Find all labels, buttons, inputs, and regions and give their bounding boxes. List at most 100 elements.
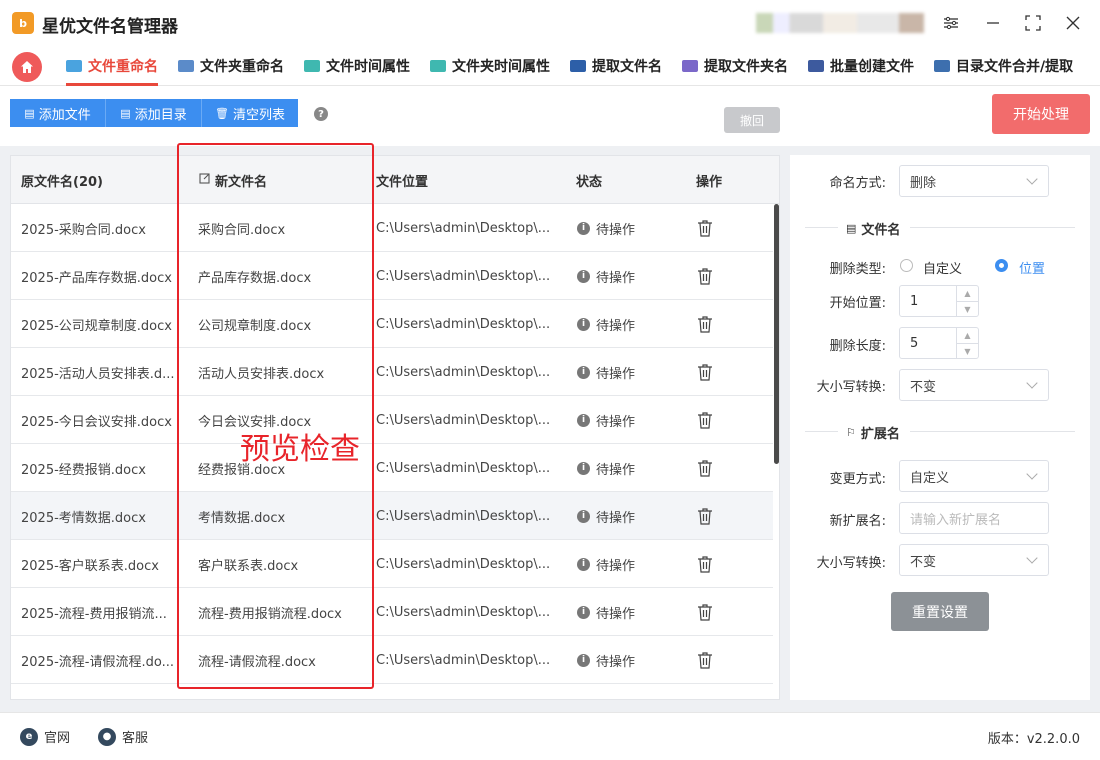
add-directory-button[interactable]: ▤ 添加目录 (106, 99, 202, 127)
radio-position[interactable] (995, 259, 1008, 272)
delete-row-icon[interactable] (697, 492, 713, 540)
start-position-stepper[interactable]: 1 ▲ ▼ (899, 285, 979, 317)
minimize-icon[interactable] (980, 10, 1006, 36)
start-processing-button[interactable]: 开始处理 (992, 94, 1090, 134)
delete-row-icon[interactable] (697, 636, 713, 684)
tab-extract-filename[interactable]: 提取文件名 (570, 46, 662, 86)
cell-status: i 待操作 (577, 492, 635, 540)
maximize-icon[interactable] (1020, 10, 1046, 36)
website-link[interactable]: e 官网 (20, 727, 70, 746)
tab-merge-extract[interactable]: 目录文件合并/提取 (934, 46, 1073, 86)
cell-original: 2025-客户联系表.docx (21, 558, 159, 574)
tab-folder-rename[interactable]: 文件夹重命名 (178, 46, 284, 86)
delete-row-icon[interactable] (697, 444, 713, 492)
delete-row-icon[interactable] (697, 204, 713, 252)
home-button[interactable] (12, 52, 42, 82)
delete-row-icon[interactable] (697, 684, 713, 699)
case-convert-select[interactable]: 不变 (899, 369, 1049, 401)
table-row[interactable]: 2025-流程-费用报销流... 流程-费用报销流程.docx C:\Users… (11, 588, 773, 636)
new-extension-label: 新扩展名: (829, 514, 886, 529)
table-row[interactable]: 2025-公司规章制度.docx 公司规章制度.docx C:\Users\ad… (11, 300, 773, 348)
table-row[interactable] (11, 684, 773, 699)
new-extension-input[interactable]: 请输入新扩展名 (899, 502, 1049, 534)
naming-mode-select[interactable]: 删除 (899, 165, 1049, 197)
table-row[interactable]: 2025-今日会议安排.docx 今日会议安排.docx C:\Users\ad… (11, 396, 773, 444)
header-status[interactable]: 状态 (576, 156, 602, 204)
cell-location: C:\Users\admin\Desktop\... (376, 604, 551, 620)
table-row[interactable]: 2025-考情数据.docx 考情数据.docx C:\Users\admin\… (11, 492, 773, 540)
folder-time-icon (430, 60, 446, 72)
radio-custom[interactable] (900, 259, 913, 272)
tab-folder-time[interactable]: 文件夹时间属性 (430, 46, 550, 86)
tab-batch-create[interactable]: 批量创建文件 (808, 46, 914, 86)
help-icon[interactable]: ? (314, 107, 328, 121)
cell-new-name: 考情数据.docx (198, 510, 286, 526)
radio-position-label[interactable]: 位置 (1019, 258, 1045, 277)
table-row[interactable]: 2025-经费报销.docx 经费报销.docx C:\Users\admin\… (11, 444, 773, 492)
chevron-down-icon[interactable]: ▼ (956, 343, 978, 358)
table-row[interactable]: 2025-产品库存数据.docx 产品库存数据.docx C:\Users\ad… (11, 252, 773, 300)
cell-status: i 待操作 (577, 348, 635, 396)
undo-button[interactable]: 撤回 (724, 107, 780, 133)
chat-icon: ● (98, 727, 116, 746)
chevron-down-icon (1026, 377, 1038, 389)
chevron-up-icon[interactable]: ▲ (956, 286, 978, 301)
settings-icon[interactable] (938, 10, 964, 36)
info-icon: i (577, 653, 590, 667)
chevron-up-icon[interactable]: ▲ (956, 328, 978, 343)
delete-row-icon[interactable] (697, 300, 713, 348)
reset-settings-button[interactable]: 重置设置 (891, 592, 989, 631)
file-rename-icon (66, 60, 82, 72)
close-icon[interactable] (1060, 10, 1086, 36)
tab-file-rename[interactable]: 文件重命名 (66, 46, 158, 86)
user-avatar[interactable] (756, 13, 924, 33)
folder-rename-icon (178, 60, 194, 72)
file-icon: ▤ (24, 106, 35, 120)
info-icon: i (577, 557, 590, 571)
delete-row-icon[interactable] (697, 540, 713, 588)
cell-new-name: 公司规章制度.docx (198, 318, 312, 334)
header-location[interactable]: 文件位置 (376, 156, 428, 204)
table-row[interactable]: 2025-流程-请假流程.do... 流程-请假流程.docx C:\Users… (11, 636, 773, 684)
delete-row-icon[interactable] (697, 588, 713, 636)
file-time-icon (304, 60, 320, 72)
header-original-name[interactable]: 原文件名(20) (21, 156, 103, 204)
add-file-button[interactable]: ▤ 添加文件 (10, 99, 106, 127)
table-scrollbar[interactable] (774, 204, 779, 464)
divider (805, 431, 838, 432)
table-row[interactable]: 2025-活动人员安排表.d... 活动人员安排表.docx C:\Users\… (11, 348, 773, 396)
app-title: 星优文件名管理器 (42, 17, 178, 37)
cell-original: 2025-产品库存数据.docx (21, 270, 172, 286)
chevron-down-icon (1026, 173, 1038, 185)
tab-extract-foldername[interactable]: 提取文件夹名 (682, 46, 788, 86)
divider (910, 431, 1075, 432)
delete-row-icon[interactable] (697, 252, 713, 300)
cell-location: C:\Users\admin\Desktop\... (376, 652, 551, 668)
cell-status: i 待操作 (577, 396, 635, 444)
change-mode-select[interactable]: 自定义 (899, 460, 1049, 492)
document-icon: ▤ (846, 222, 857, 235)
cell-new-name: 客户联系表.docx (198, 558, 299, 574)
delete-length-stepper[interactable]: 5 ▲ ▼ (899, 327, 979, 359)
tab-file-time[interactable]: 文件时间属性 (304, 46, 410, 86)
chevron-down-icon[interactable]: ▼ (956, 301, 978, 316)
cell-location: C:\Users\admin\Desktop\... (376, 364, 551, 380)
app-logo: b (12, 12, 34, 34)
table-row[interactable]: 2025-采购合同.docx 采购合同.docx C:\Users\admin\… (11, 204, 773, 252)
clear-list-button[interactable]: 🗑 清空列表 (202, 99, 298, 127)
table-row[interactable]: 2025-客户联系表.docx 客户联系表.docx C:\Users\admi… (11, 540, 773, 588)
extension-case-select[interactable]: 不变 (899, 544, 1049, 576)
extract-foldername-icon (682, 60, 698, 72)
merge-extract-icon (934, 60, 950, 72)
chevron-down-icon (1026, 552, 1038, 564)
radio-custom-label[interactable]: 自定义 (923, 258, 962, 277)
header-new-name[interactable]: 新文件名 (199, 156, 267, 204)
delete-row-icon[interactable] (697, 348, 713, 396)
table-header: 原文件名(20) 新文件名 文件位置 状态 操作 (11, 156, 779, 204)
delete-row-icon[interactable] (697, 396, 713, 444)
file-icon: ▤ (120, 106, 131, 120)
cell-new-name: 流程-请假流程.docx (198, 654, 316, 670)
info-icon: i (577, 365, 590, 379)
customer-service-link[interactable]: ● 客服 (98, 727, 148, 746)
settings-panel: 命名方式: 删除 ▤ 文件名 删除类型: 自定义 位置 开始位置: 1 ▲ ▼ … (790, 155, 1090, 700)
